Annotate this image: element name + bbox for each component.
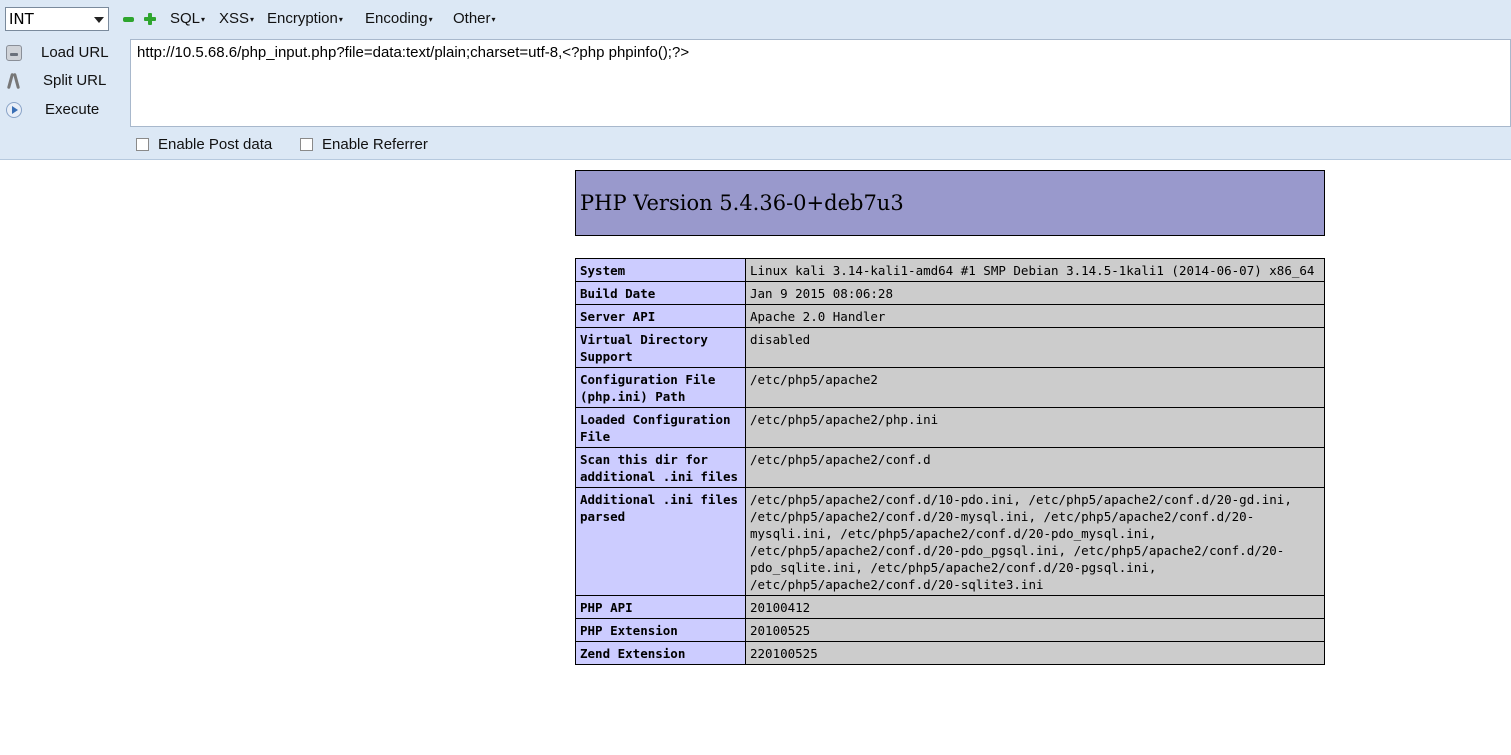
caret-down-icon: ▾ <box>250 14 255 24</box>
checkbox-box[interactable] <box>136 138 149 151</box>
sql-type-select[interactable]: INT <box>5 7 109 31</box>
php-version-title: PHP Version 5.4.36-0+deb7u3 <box>580 191 904 215</box>
menu-xss[interactable]: XSS▾ <box>219 10 254 27</box>
enable-referrer-label: Enable Referrer <box>322 136 428 153</box>
menu-other[interactable]: Other▾ <box>453 10 496 27</box>
table-row: Scan this dir for additional .ini files /… <box>575 447 1325 488</box>
enable-post-data-checkbox[interactable]: Enable Post data <box>136 136 272 153</box>
info-value: 220100525 <box>745 641 1325 665</box>
hackbar-menu-row: INT SQL▾ XSS▾ Encryption▾ Encoding▾ Othe… <box>0 0 1511 38</box>
enable-post-data-label: Enable Post data <box>158 136 273 153</box>
info-key: System <box>575 258 746 282</box>
table-row: Build Date Jan 9 2015 08:06:28 <box>575 281 1325 305</box>
sql-type-value: INT <box>9 10 34 28</box>
php-version-header: PHP Version 5.4.36-0+deb7u3 <box>575 170 1325 236</box>
increase-icon[interactable] <box>144 13 156 25</box>
table-row: Server API Apache 2.0 Handler <box>575 304 1325 328</box>
info-key: Server API <box>575 304 746 328</box>
menu-encryption-label: Encryption <box>267 10 338 27</box>
decrease-icon[interactable] <box>123 17 134 22</box>
hackbar-toolbar: INT SQL▾ XSS▾ Encryption▾ Encoding▾ Othe… <box>0 0 1511 160</box>
info-value: Jan 9 2015 08:06:28 <box>745 281 1325 305</box>
info-key: Loaded Configuration File <box>575 407 746 448</box>
enable-referrer-checkbox[interactable]: Enable Referrer <box>300 136 428 153</box>
table-row: PHP Extension 20100525 <box>575 618 1325 642</box>
caret-down-icon: ▾ <box>491 14 496 24</box>
execute-button[interactable]: Execute <box>0 97 125 123</box>
info-value: 20100412 <box>745 595 1325 619</box>
info-value: /etc/php5/apache2/conf.d/10-pdo.ini, /et… <box>745 487 1325 596</box>
load-url-button[interactable]: Load URL <box>0 40 125 66</box>
info-key: PHP API <box>575 595 746 619</box>
menu-sql-label: SQL <box>170 10 201 27</box>
table-row: Configuration File (php.ini) Path/etc/ph… <box>575 367 1325 408</box>
play-icon <box>6 102 22 118</box>
info-key: Zend Extension <box>575 641 746 665</box>
info-key: Configuration File (php.ini) Path <box>575 367 746 408</box>
info-value: Apache 2.0 Handler <box>745 304 1325 328</box>
info-key: Build Date <box>575 281 746 305</box>
table-row: PHP API 20100412 <box>575 595 1325 619</box>
info-key: PHP Extension <box>575 618 746 642</box>
info-key: Virtual Directory Support <box>575 327 746 368</box>
menu-encoding[interactable]: Encoding▾ <box>365 10 433 27</box>
menu-xss-label: XSS <box>219 10 250 27</box>
caret-down-icon: ▾ <box>428 14 433 24</box>
table-row: Zend Extension 220100525 <box>575 641 1325 665</box>
info-value: disabled <box>745 327 1325 368</box>
menu-encryption[interactable]: Encryption▾ <box>267 10 343 27</box>
split-url-button[interactable]: Split URL <box>0 68 125 94</box>
load-url-label: Load URL <box>41 44 109 61</box>
checkbox-box[interactable] <box>300 138 313 151</box>
execute-label: Execute <box>45 101 100 118</box>
phpinfo-table: System Linux kali 3.14-kali1-amd64 #1 SMP… <box>575 258 1325 665</box>
load-url-icon <box>6 45 22 61</box>
caret-down-icon: ▾ <box>201 14 206 24</box>
info-key: Additional .ini files parsed <box>575 487 746 596</box>
scissors-icon <box>6 73 22 89</box>
menu-other-label: Other <box>453 10 491 27</box>
info-value: /etc/php5/apache2 <box>745 367 1325 408</box>
info-key: Scan this dir for additional .ini files <box>575 447 746 488</box>
info-value: Linux kali 3.14-kali1-amd64 #1 SMP Debia… <box>745 258 1325 282</box>
table-row: Additional .ini files parsed/etc/php5/ap… <box>575 487 1325 596</box>
url-textarea[interactable]: http://10.5.68.6/php_input.php?file=data… <box>130 39 1511 127</box>
table-row: Loaded Configuration File/etc/php5/apach… <box>575 407 1325 448</box>
menu-sql[interactable]: SQL▾ <box>170 10 205 27</box>
split-url-label: Split URL <box>43 72 107 89</box>
chevron-down-icon <box>94 17 104 23</box>
table-row: System Linux kali 3.14-kali1-amd64 #1 SMP… <box>575 258 1325 282</box>
info-value: 20100525 <box>745 618 1325 642</box>
menu-encoding-label: Encoding <box>365 10 428 27</box>
info-value: /etc/php5/apache2/php.ini <box>745 407 1325 448</box>
table-row: Virtual Directory Support disabled <box>575 327 1325 368</box>
info-value: /etc/php5/apache2/conf.d <box>745 447 1325 488</box>
caret-down-icon: ▾ <box>338 14 343 24</box>
